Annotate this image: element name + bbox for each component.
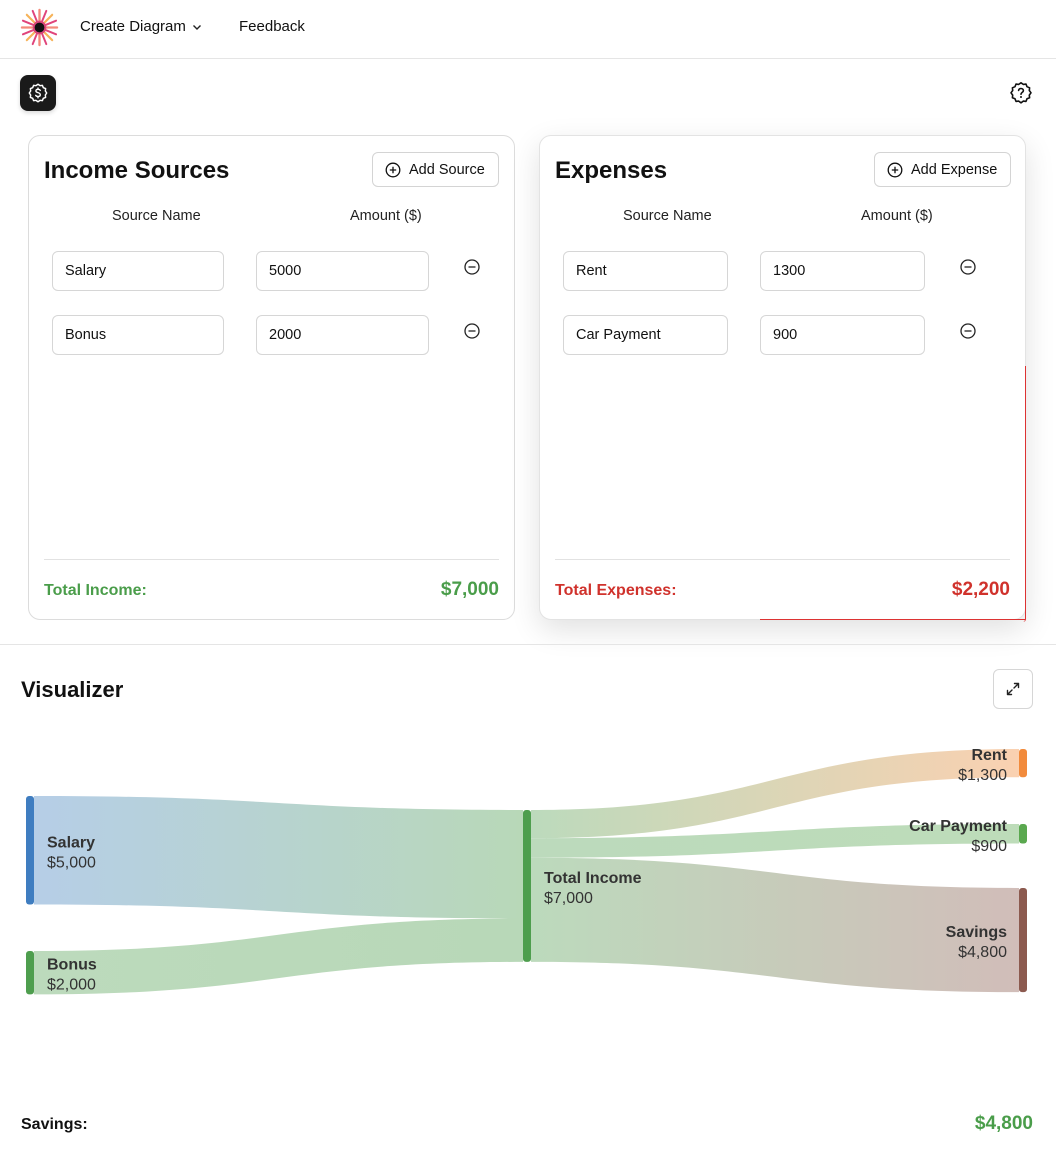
expense-name-input[interactable]: Car Payment <box>563 315 728 355</box>
top-nav: Create Diagram Feedback <box>0 0 1056 59</box>
section-divider <box>0 644 1056 645</box>
remove-row-icon[interactable] <box>959 322 977 340</box>
sankey-node-car[interactable] <box>1019 824 1027 844</box>
add-expense-button[interactable]: Add Expense <box>874 152 1011 187</box>
feedback-label: Feedback <box>239 18 305 35</box>
remove-row-icon[interactable] <box>959 258 977 276</box>
sankey-node-name: Car Payment <box>909 818 1007 835</box>
remove-row-icon[interactable] <box>463 322 481 340</box>
dollar-badge-icon <box>28 83 48 103</box>
sankey-node-name: Total Income <box>544 870 642 887</box>
sankey-node-value: $2,000 <box>47 977 96 994</box>
logo-icon[interactable] <box>20 8 59 47</box>
sankey-node-value: $7,000 <box>544 890 593 907</box>
income-amount-input[interactable]: 2000 <box>256 315 429 355</box>
sankey-node-value: $900 <box>971 838 1007 855</box>
sankey-node-name: Bonus <box>47 957 97 974</box>
expense-amount-input[interactable]: 900 <box>760 315 925 355</box>
sankey-node-value: $4,800 <box>958 944 1007 961</box>
total-income-label: Total Income: <box>44 582 147 599</box>
expand-icon <box>1006 682 1020 696</box>
income-sources-card: Income Sources Add Source Source Name Am… <box>28 135 515 620</box>
sankey-node-rent[interactable] <box>1019 749 1027 778</box>
help-icon[interactable] <box>1009 81 1033 105</box>
sankey-node-bonus[interactable] <box>26 951 34 995</box>
total-expenses-label: Total Expenses: <box>555 582 677 599</box>
sankey-node-salary[interactable] <box>26 796 34 905</box>
feedback-link[interactable]: Feedback <box>239 18 305 35</box>
total-income-value: $7,000 <box>440 579 499 600</box>
sankey-diagram: Salary $5,000 Bonus $2,000 Total Income $7,00… <box>26 747 1027 995</box>
total-expenses-value: $2,200 <box>951 579 1010 600</box>
remove-row-icon[interactable] <box>463 258 481 276</box>
sankey-node-total[interactable] <box>523 810 531 962</box>
expenses-card: Expenses Add Expense Source Name Amount … <box>539 135 1026 622</box>
expense-divider <box>555 559 1010 560</box>
sankey-node-name: Salary <box>47 834 95 851</box>
create-diagram-label: Create Diagram <box>80 18 186 35</box>
create-diagram-menu[interactable]: Create Diagram <box>80 18 202 35</box>
expense-name-input[interactable]: Rent <box>563 251 728 291</box>
expand-button[interactable] <box>993 669 1033 709</box>
currency-mode-button[interactable] <box>20 75 56 111</box>
add-source-button[interactable]: Add Source <box>372 152 499 187</box>
visualizer-title: Visualizer <box>21 677 124 702</box>
sankey-link-bonus-total <box>34 918 523 995</box>
expense-accent-line <box>760 619 1026 620</box>
plus-circle-icon <box>887 162 903 177</box>
income-name-input[interactable]: Bonus <box>52 315 224 355</box>
add-source-label: Add Source <box>409 161 485 178</box>
sankey-node-value: $1,300 <box>958 767 1007 784</box>
income-divider <box>44 559 499 560</box>
chevron-down-icon <box>192 24 201 30</box>
add-expense-label: Add Expense <box>911 161 998 178</box>
sankey-node-savings[interactable] <box>1019 888 1027 993</box>
savings-label: Savings: <box>21 1116 88 1133</box>
income-name-input[interactable]: Salary <box>52 251 224 291</box>
sankey-node-name: Savings <box>946 924 1007 941</box>
expense-amount-input[interactable]: 1300 <box>760 251 925 291</box>
income-col-source-name: Source Name <box>112 208 201 224</box>
savings-value: $4,800 <box>974 1113 1033 1134</box>
sankey-link-salary-total <box>34 796 523 919</box>
income-col-amount: Amount ($) <box>350 208 422 224</box>
expense-col-amount: Amount ($) <box>861 208 933 224</box>
plus-circle-icon <box>385 162 401 177</box>
income-sources-title: Income Sources <box>44 157 230 184</box>
sankey-node-value: $5,000 <box>47 854 96 871</box>
income-amount-input[interactable]: 5000 <box>256 251 429 291</box>
expense-col-source-name: Source Name <box>623 208 712 224</box>
sankey-node-name: Rent <box>971 747 1007 764</box>
expenses-title: Expenses <box>555 157 668 184</box>
